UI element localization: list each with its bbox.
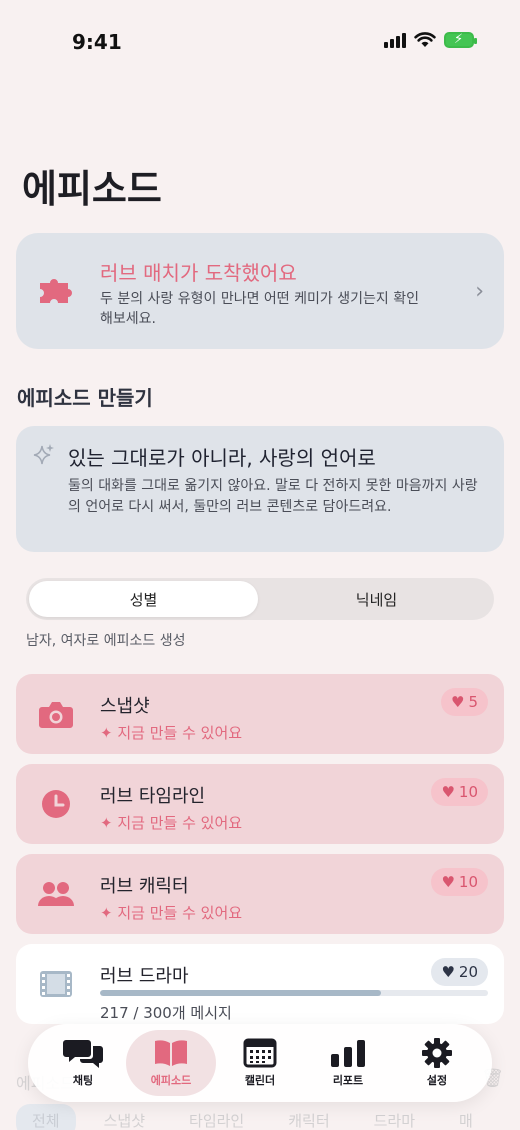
section-title: 에피소드 만들기	[17, 386, 153, 410]
love-match-card[interactable]: 러브 매치가 도착했어요 두 분의 사랑 유형이 만나면 어떤 케미가 생기는지…	[16, 233, 504, 349]
tab-calendar[interactable]: 캘린더	[215, 1030, 305, 1096]
cost-badge: ♥ 5	[441, 688, 488, 716]
filter-more[interactable]: 매	[443, 1104, 489, 1130]
tab-settings[interactable]: 설정	[392, 1030, 482, 1096]
status-bar: 9:41 ⚡	[0, 28, 520, 58]
episode-name: 러브 캐릭터	[100, 876, 189, 897]
segment-nickname[interactable]: 닉네임	[262, 581, 491, 617]
status-icons: ⚡	[384, 32, 477, 48]
cost-badge: ♥ 20	[431, 958, 488, 986]
message-progress-text: 217 / 300개 메시지	[100, 1004, 232, 1022]
episode-filter-row: 전체 스냅샷 타임라인 캐릭터 드라마 매	[0, 1104, 520, 1130]
message-progress-bar	[100, 990, 488, 996]
episode-status: ✦ 지금 만들 수 있어요	[100, 814, 243, 832]
tab-label: 리포트	[332, 1074, 364, 1087]
tab-chat[interactable]: 채팅	[38, 1030, 128, 1096]
camera-icon	[39, 702, 73, 728]
filter-timeline[interactable]: 타임라인	[173, 1104, 260, 1130]
bar-chart-icon	[331, 1040, 365, 1067]
filter-all[interactable]: 전체	[16, 1104, 76, 1130]
heart-icon: ♥	[451, 693, 465, 711]
sparkle-icon	[33, 444, 54, 465]
episode-card-love-timeline[interactable]: 러브 타임라인 ✦ 지금 만들 수 있어요 ♥ 10	[16, 764, 504, 844]
love-language-card: 있는 그대로가 아니라, 사랑의 언어로 둘의 대화를 그대로 옮기지 않아요.…	[16, 426, 504, 552]
clock-icon	[42, 790, 70, 818]
heart-icon: ♥	[441, 783, 455, 801]
cost-badge: ♥ 10	[431, 778, 488, 806]
chat-bubbles-icon	[63, 1040, 103, 1068]
people-icon	[38, 882, 74, 906]
heart-icon: ♥	[441, 963, 455, 981]
heart-icon: ♥	[441, 873, 455, 891]
filter-snapshot[interactable]: 스냅샷	[88, 1104, 161, 1130]
episode-card-snapshot[interactable]: 스냅샷 ✦ 지금 만들 수 있어요 ♥ 5	[16, 674, 504, 754]
wifi-icon	[414, 32, 436, 47]
love-match-title: 러브 매치가 도착했어요	[100, 261, 297, 285]
segment-caption: 남자, 여자로 에피소드 생성	[26, 633, 186, 649]
battery-charging-icon: ⚡	[444, 32, 477, 48]
episode-card-love-drama[interactable]: 러브 드라마 217 / 300개 메시지 ♥ 20	[16, 944, 504, 1024]
tab-bar: 채팅 에피소드 캘린더 리포트 설정	[28, 1024, 492, 1102]
filter-drama[interactable]: 드라마	[358, 1104, 431, 1130]
episode-name: 러브 타임라인	[100, 786, 206, 807]
tab-label: 에피소드	[150, 1074, 192, 1087]
episode-name: 스냅샷	[100, 696, 150, 717]
episode-card-love-character[interactable]: 러브 캐릭터 ✦ 지금 만들 수 있어요 ♥ 10	[16, 854, 504, 934]
segment-gender[interactable]: 성별	[29, 581, 258, 617]
love-match-description: 두 분의 사랑 유형이 만나면 어떤 케미가 생기는지 확인해보세요.	[100, 291, 419, 327]
cellular-signal-icon	[384, 32, 406, 48]
episode-status: ✦ 지금 만들 수 있어요	[100, 724, 243, 742]
tab-label: 캘린더	[244, 1074, 276, 1087]
book-icon	[155, 1040, 187, 1066]
calendar-icon	[243, 1038, 277, 1068]
gear-icon	[422, 1038, 452, 1068]
status-time: 9:41	[72, 30, 122, 54]
puzzle-icon	[40, 279, 72, 303]
chevron-right-icon: ›	[475, 279, 484, 304]
tab-label: 채팅	[72, 1074, 94, 1087]
love-language-description: 둘의 대화를 그대로 옮기지 않아요. 말로 다 전하지 못한 마음까지 사랑의…	[68, 478, 478, 515]
episode-name: 러브 드라마	[100, 966, 189, 987]
tab-report[interactable]: 리포트	[303, 1030, 393, 1096]
tab-episode[interactable]: 에피소드	[126, 1030, 216, 1096]
love-language-title: 있는 그대로가 아니라, 사랑의 언어로	[68, 446, 376, 470]
page-title: 에피소드	[22, 166, 162, 211]
naming-mode-segment: 성별 닉네임	[26, 578, 494, 620]
film-icon	[40, 971, 72, 997]
tab-label: 설정	[426, 1074, 448, 1087]
episode-status: ✦ 지금 만들 수 있어요	[100, 904, 243, 922]
filter-character[interactable]: 캐릭터	[272, 1104, 345, 1130]
cost-badge: ♥ 10	[431, 868, 488, 896]
